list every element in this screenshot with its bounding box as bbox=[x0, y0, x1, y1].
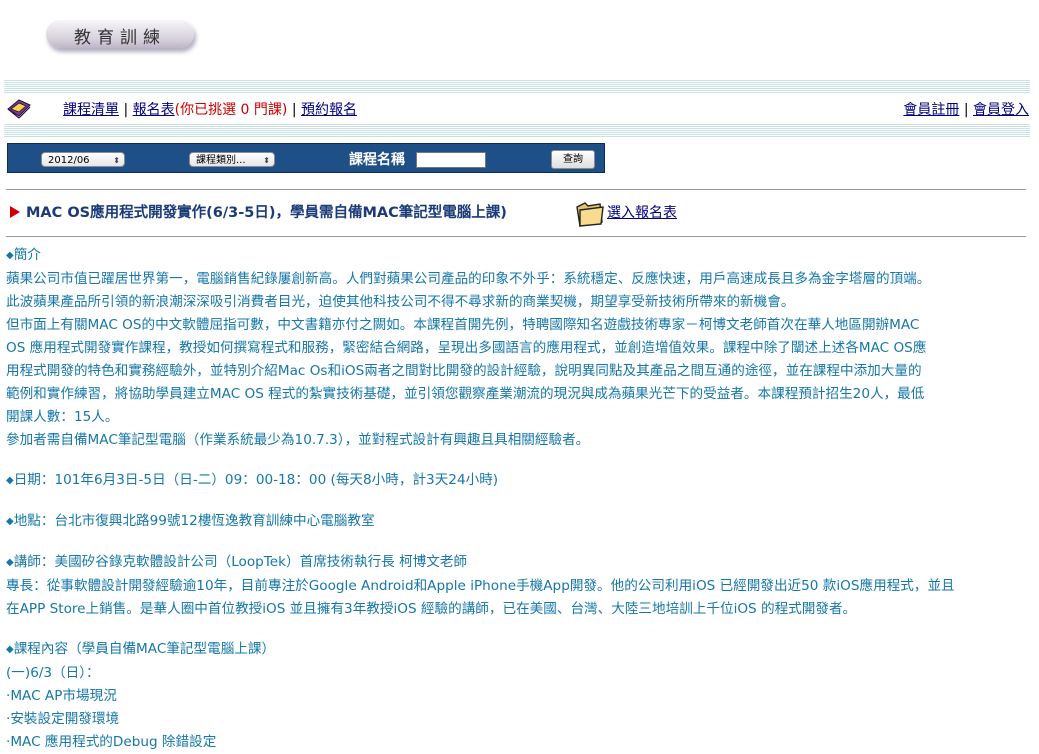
page-title: 教育訓練 bbox=[74, 28, 166, 48]
month-select-value: 2012/06 bbox=[48, 155, 90, 166]
course-description: ◆簡介 蘋果公司市值已躍居世界第一，電腦銷售紀錄屢創新高。人們對蘋果公司產品的印… bbox=[6, 244, 1028, 754]
course-search-bar: 2012/06 ⬍ 課程類別... ⬍ 課程名稱 查詢 bbox=[7, 143, 605, 173]
diamond-bullet-icon: ◆ bbox=[6, 516, 14, 527]
intro-line: 用程式開發的特色和實務經驗外，並特別介紹Mac Os和iOS兩者之間對比開發的設… bbox=[6, 363, 922, 379]
category-select[interactable]: 課程類別... ⬍ bbox=[189, 152, 275, 167]
diamond-bullet-icon: ◆ bbox=[6, 557, 14, 568]
divider-stripes-bottom bbox=[4, 124, 1030, 137]
syllabus-day: (一)6/3（日）： bbox=[6, 665, 100, 681]
nav-signup-form[interactable]: 報名表 bbox=[133, 102, 175, 118]
diamond-bullet-icon: ◆ bbox=[6, 475, 14, 486]
divider-stripes-top bbox=[4, 80, 1030, 93]
intro-line: 但市面上有關MAC OS的中文軟體屈指可數，中文書籍亦付之闕如。本課程首開先例，… bbox=[6, 317, 920, 333]
query-button[interactable]: 查詢 bbox=[551, 150, 595, 169]
select-arrows-icon: ⬍ bbox=[113, 156, 120, 165]
nav-separator: | bbox=[963, 102, 969, 118]
intro-line: 此波蘋果產品所引領的新浪潮深深吸引消費者目光，迫使其他科技公司不得不尋求新的商業… bbox=[6, 294, 795, 310]
red-arrow-icon bbox=[10, 206, 20, 218]
syllabus-item: ·MAC AP市場現況 bbox=[6, 688, 117, 704]
syllabus-item: ·安裝設定開發環境 bbox=[6, 711, 120, 727]
category-select-value: 課程類別... bbox=[196, 155, 246, 166]
course-instructor: 講師：美國矽谷錄克軟體設計公司（LoopTek）首席技術執行長 柯博文老師 bbox=[13, 554, 468, 570]
intro-line: 蘋果公司市值已躍居世界第一，電腦銷售紀錄屢創新高。人們對蘋果公司產品的印象不外乎… bbox=[6, 271, 931, 287]
course-date: 日期：101年6月3日-5日（日-二）09：00-18：00 (每天8小時，計3… bbox=[13, 472, 499, 488]
selected-count-note: (你已挑選 0 門課) bbox=[174, 102, 288, 118]
member-nav: 會員註冊 | 會員登入 bbox=[903, 99, 1029, 119]
select-arrows-icon: ⬍ bbox=[263, 156, 270, 165]
member-register-link[interactable]: 會員註冊 bbox=[903, 102, 959, 118]
book-icon bbox=[6, 97, 32, 123]
main-nav: 課程清單 | 報名表(你已挑選 0 門課) | 預約報名 bbox=[63, 99, 357, 119]
expertise-line: 在APP Store上銷售。是華人圈中首位教授iOS 並且擁有3年教授iOS 經… bbox=[6, 601, 857, 617]
course-title: MAC OS應用程式開發實作(6/3-5日)，學員需自備MAC筆記型電腦上課) bbox=[26, 205, 507, 221]
expertise-line: 專長：從事軟體設計開發經驗逾10年，目前專注於Google Android和Ap… bbox=[6, 578, 955, 594]
intro-line: 開課人數：15人。 bbox=[6, 409, 119, 425]
page-title-badge: 教育訓練 bbox=[46, 20, 194, 48]
intro-line: OS 應用程式開發實作課程，教授如何撰寫程式和服務，緊密結合網路，呈現出多國語言… bbox=[6, 340, 927, 356]
nav-separator: | bbox=[123, 102, 129, 118]
syllabus-item: ·MAC 應用程式的Debug 除錯設定 bbox=[6, 734, 217, 750]
divider bbox=[6, 236, 1026, 237]
member-login-link[interactable]: 會員登入 bbox=[973, 102, 1029, 118]
course-name-label: 課程名稱 bbox=[349, 152, 405, 168]
divider bbox=[6, 189, 1026, 190]
nav-reserve[interactable]: 預約報名 bbox=[301, 102, 357, 118]
select-to-signup-link[interactable]: 選入報名表 bbox=[607, 202, 677, 222]
course-location: 地點：台北市復興北路99號12樓恆逸教育訓練中心電腦教室 bbox=[13, 513, 375, 529]
intro-line: 範例和實作練習，將協助學員建立MAC OS 程式的紮實技術基礎，並引領您觀察產業… bbox=[6, 386, 925, 402]
diamond-bullet-icon: ◆ bbox=[6, 250, 14, 261]
diamond-bullet-icon: ◆ bbox=[6, 644, 14, 655]
intro-line: 參加者需自備MAC筆記型電腦（作業系統最少為10.7.3），並對程式設計有興趣且… bbox=[6, 432, 590, 448]
syllabus-heading: 課程內容（學員自備MAC筆記型電腦上課） bbox=[13, 641, 276, 657]
nav-separator: | bbox=[291, 102, 297, 118]
folder-icon[interactable] bbox=[574, 198, 606, 232]
course-name-input[interactable] bbox=[416, 152, 486, 168]
month-select[interactable]: 2012/06 ⬍ bbox=[41, 152, 125, 167]
nav-course-list[interactable]: 課程清單 bbox=[63, 102, 119, 118]
intro-heading: 簡介 bbox=[13, 247, 41, 263]
